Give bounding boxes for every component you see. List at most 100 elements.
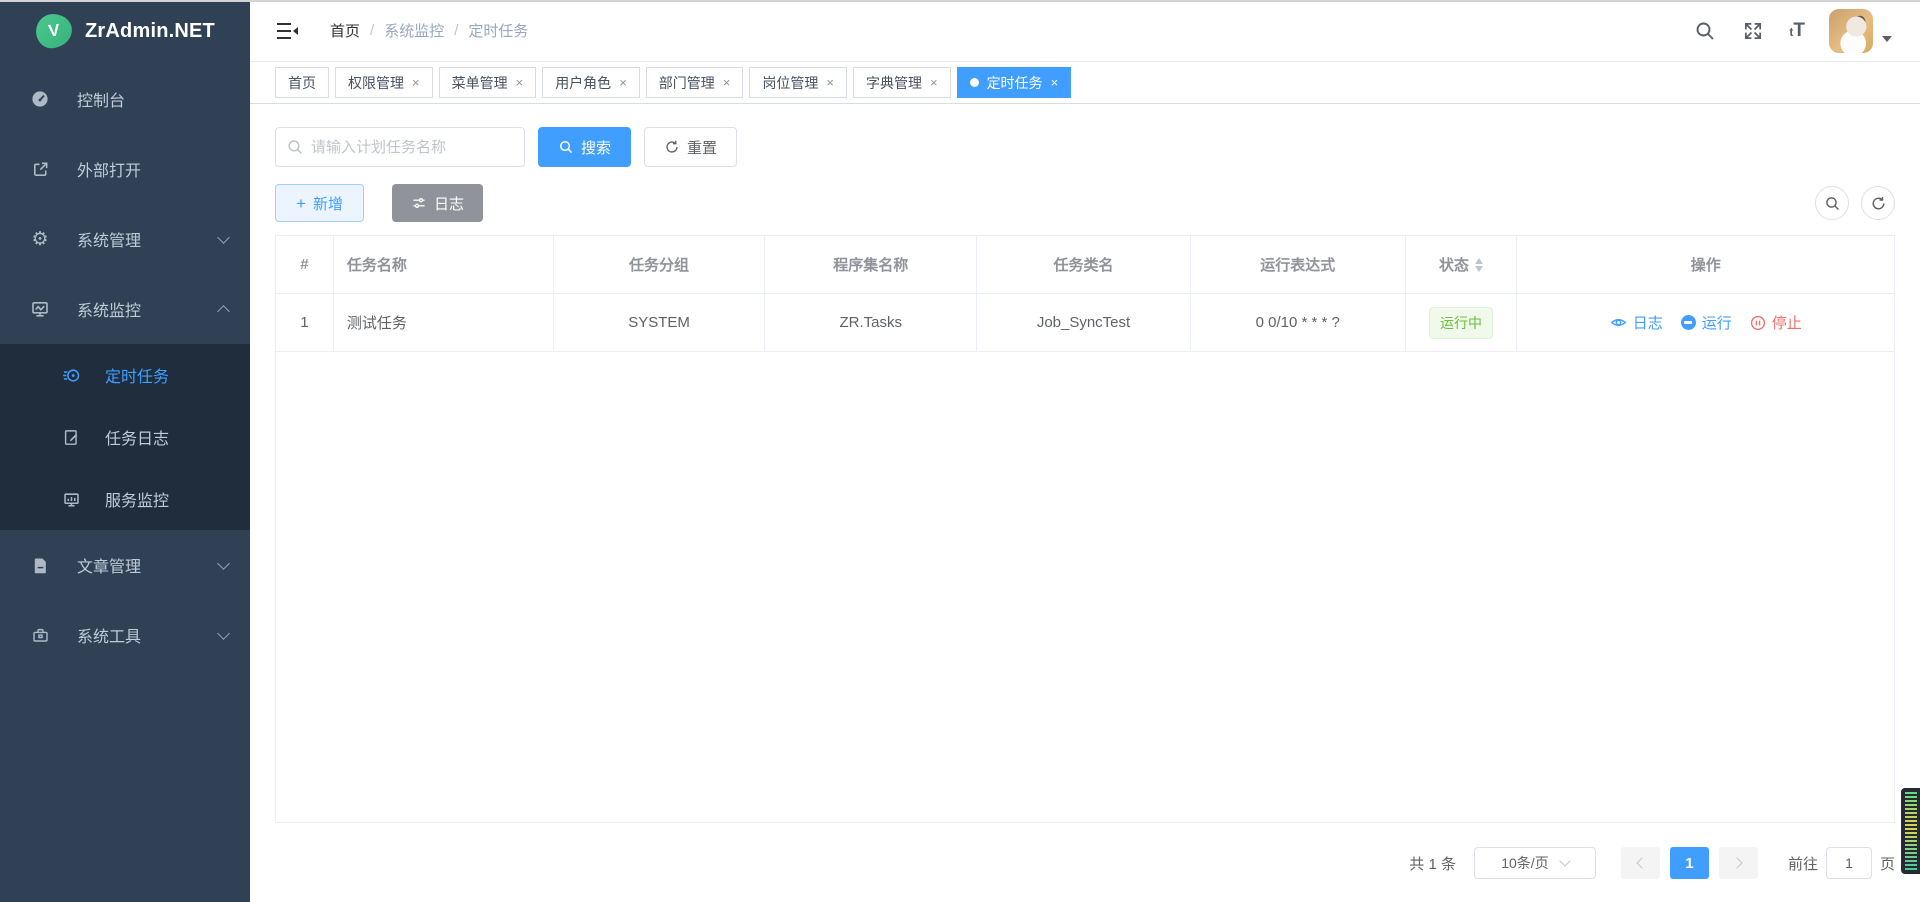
breadcrumb-system-monitor[interactable]: 系统监控 [384,20,444,41]
sidebar: V ZrAdmin.NET 控制台 外部打开 ⚙ 系统管理 系统监控 [0,0,250,902]
topbar-actions: tT [1693,9,1892,53]
page-number-button[interactable]: 1 [1670,847,1709,879]
table-toolbar: + 新增 日志 [275,184,1895,222]
add-button[interactable]: + 新增 [275,184,364,222]
user-avatar [1829,9,1873,53]
close-icon[interactable]: × [930,76,938,89]
close-icon[interactable]: × [1051,76,1059,89]
sidebar-item-service-monitor[interactable]: 服务监控 [0,468,250,530]
close-icon[interactable]: × [412,76,420,89]
tab-label: 字典管理 [866,73,922,93]
tab-label: 菜单管理 [452,73,508,93]
chevron-down-icon [217,231,230,244]
sort-carets-icon[interactable] [1475,258,1483,272]
chevron-down-icon [217,557,230,570]
tab-department[interactable]: 部门管理 × [646,67,744,98]
close-icon[interactable]: × [516,76,524,89]
close-icon[interactable]: × [826,76,834,89]
task-log-icon [62,428,81,447]
breadcrumb-home[interactable]: 首页 [330,20,360,41]
chevron-down-icon [1559,855,1570,866]
next-page-button[interactable] [1719,847,1758,879]
sidebar-item-dashboard[interactable]: 控制台 [0,64,250,134]
tab-home[interactable]: 首页 [275,67,329,98]
tab-scheduled-tasks[interactable]: 定时任务 × [957,67,1072,98]
performance-meter-widget[interactable] [1901,788,1920,874]
sidebar-item-external-open[interactable]: 外部打开 [0,134,250,204]
row-log-link[interactable]: 日志 [1610,312,1663,333]
row-run-link[interactable]: 运行 [1681,312,1732,333]
pagination: 共 1 条 10条/页 1 前往 页 [275,847,1895,879]
search-button[interactable]: 搜索 [538,127,631,167]
cell-assembly: ZR.Tasks [765,294,977,352]
sidebar-fold-icon[interactable] [274,18,300,44]
user-menu[interactable] [1829,9,1892,53]
tab-menu-management[interactable]: 菜单管理 × [439,67,537,98]
close-icon[interactable]: × [723,76,731,89]
tab-label: 用户角色 [555,73,611,93]
search-form: 搜索 重置 [275,127,1895,167]
row-actions: 日志 运行 停止 [1610,312,1802,333]
goto-page-input[interactable] [1826,847,1872,879]
topbar: 首页 / 系统监控 / 定时任务 tT [250,0,1920,62]
goto-label: 前往 [1788,853,1818,874]
col-header-assembly: 程序集名称 [765,236,977,294]
col-header-task-group: 任务分组 [554,236,766,294]
sidebar-item-task-log[interactable]: 任务日志 [0,406,250,468]
toggle-search-button[interactable] [1815,186,1849,220]
sidebar-item-label: 外部打开 [77,157,141,181]
caret-down-icon [1882,36,1892,42]
search-icon [558,139,574,155]
chevron-left-icon [1636,857,1647,868]
fullscreen-icon[interactable] [1741,19,1765,43]
row-run-label: 运行 [1702,312,1732,333]
prev-page-button[interactable] [1621,847,1660,879]
col-header-status-label: 状态 [1439,254,1469,275]
tab-post[interactable]: 岗位管理 × [749,67,847,98]
reset-button[interactable]: 重置 [644,127,737,167]
sidebar-item-article-management[interactable]: 文章管理 [0,530,250,600]
col-header-status[interactable]: 状态 [1406,236,1518,294]
table-tools [1815,186,1895,220]
sidebar-item-system-management[interactable]: ⚙ 系统管理 [0,204,250,274]
monitor-icon [30,299,50,319]
sidebar-item-scheduled-tasks[interactable]: 定时任务 [0,344,250,406]
pagination-total: 共 1 条 [1409,853,1456,874]
search-icon[interactable] [1693,19,1717,43]
eye-icon [1610,314,1627,331]
tab-label: 权限管理 [348,73,404,93]
app-title: ZrAdmin.NET [85,20,215,43]
breadcrumb-separator: / [454,22,458,39]
row-stop-link[interactable]: 停止 [1750,312,1802,333]
search-input[interactable] [275,127,525,167]
table-header-row: # 任务名称 任务分组 程序集名称 任务类名 运行表达式 状态 操作 [276,236,1894,294]
table-row: 1 测试任务 SYSTEM ZR.Tasks Job_SyncTest 0 0/… [276,294,1894,352]
col-header-cron: 运行表达式 [1191,236,1406,294]
refresh-icon [1870,195,1887,212]
sidebar-item-system-tools[interactable]: 系统工具 [0,600,250,670]
tab-label: 定时任务 [987,73,1043,93]
close-icon[interactable]: × [619,76,627,89]
tab-label: 岗位管理 [762,73,818,93]
refresh-table-button[interactable] [1861,186,1895,220]
cell-task-group: SYSTEM [554,294,766,352]
tab-dictionary[interactable]: 字典管理 × [853,67,951,98]
run-circle-icon [1681,315,1696,330]
search-icon [286,138,304,156]
cell-task-class: Job_SyncTest [977,294,1191,352]
table-empty-space [276,352,1894,822]
font-size-icon[interactable]: tT [1789,20,1805,42]
log-button[interactable]: 日志 [392,184,483,222]
search-button-label: 搜索 [581,137,611,158]
reset-button-label: 重置 [687,137,717,158]
page-size-select[interactable]: 10条/页 [1474,847,1596,879]
sidebar-item-label: 任务日志 [105,425,169,449]
breadcrumb: 首页 / 系统监控 / 定时任务 [330,20,528,41]
tab-user-role[interactable]: 用户角色 × [542,67,640,98]
app-logo[interactable]: V ZrAdmin.NET [0,0,250,62]
cell-index: 1 [276,294,334,352]
tab-permission[interactable]: 权限管理 × [335,67,433,98]
cell-cron: 0 0/10 * * * ? [1191,294,1406,352]
refresh-icon [664,139,680,155]
sidebar-item-system-monitor[interactable]: 系统监控 [0,274,250,344]
